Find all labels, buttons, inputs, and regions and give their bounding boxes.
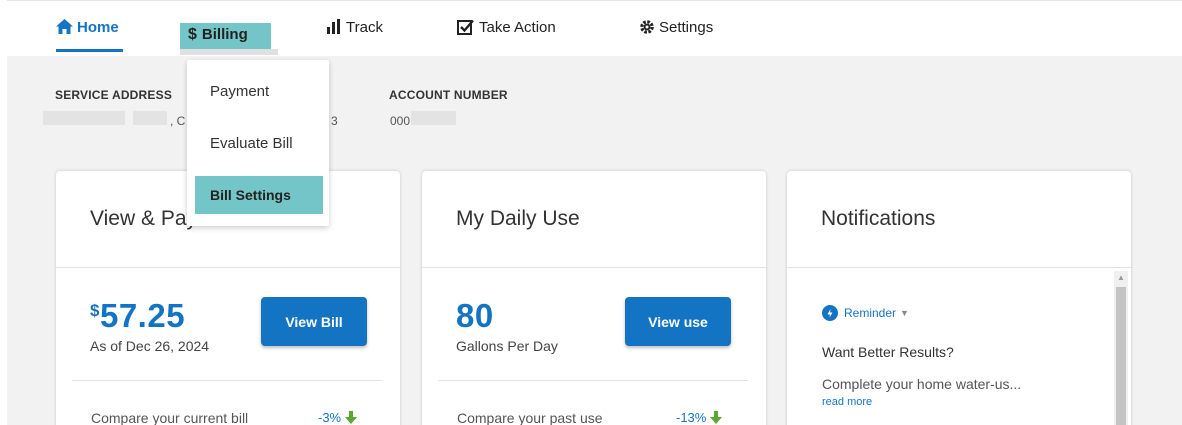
reminder-label: Reminder xyxy=(844,306,897,320)
bill-change-value: -3% xyxy=(318,410,342,425)
notifications-scrollbar[interactable]: ▲ xyxy=(1114,271,1128,425)
top-nav: Home $ Billing Track Take Action Setting… xyxy=(7,0,1182,56)
view-bill-button[interactable]: View Bill xyxy=(261,297,367,346)
billing-dropdown-menu: Payment Evaluate Bill Bill Settings xyxy=(187,60,329,226)
card-divider xyxy=(422,267,766,268)
use-change: -13% xyxy=(676,410,723,425)
bill-change: -3% xyxy=(318,410,358,425)
bar-chart-icon xyxy=(326,19,342,38)
reminder-icon xyxy=(822,305,838,321)
nav-track[interactable]: Track xyxy=(326,19,383,51)
reminder-tag[interactable]: Reminder ▼ xyxy=(822,305,909,321)
nav-settings-label: Settings xyxy=(659,19,714,36)
use-change-value: -13% xyxy=(676,410,707,425)
hover-indicator xyxy=(180,49,278,55)
section-divider xyxy=(438,380,748,381)
notification-body: Complete your home water-us... xyxy=(822,376,1022,392)
bill-as-of-date: As of Dec 26, 2024 xyxy=(90,338,210,354)
account-number-value: 000 xyxy=(390,114,411,128)
account-number-label: ACCOUNT NUMBER xyxy=(389,88,508,102)
card-divider xyxy=(787,267,1131,268)
menu-item-payment[interactable]: Payment xyxy=(195,72,323,110)
bill-amount: $57.25 xyxy=(90,297,185,335)
redacted-account-number xyxy=(411,111,456,125)
nav-take-action-label: Take Action xyxy=(479,19,556,36)
daily-use-card: My Daily Use 80 Gallons Per Day View use… xyxy=(422,171,766,425)
read-more-link[interactable]: read more xyxy=(822,396,872,408)
dollar-icon: $ xyxy=(188,26,197,43)
active-tab-indicator xyxy=(56,49,123,52)
notifications-card-title: Notifications xyxy=(821,207,936,230)
notifications-card: Notifications Reminder ▼ Want Better Res… xyxy=(787,171,1131,425)
service-address-value: , C xyxy=(170,114,186,128)
card-divider xyxy=(56,267,400,268)
section-divider xyxy=(72,380,382,381)
menu-item-bill-settings[interactable]: Bill Settings xyxy=(195,176,323,214)
scrollbar-thumb[interactable] xyxy=(1116,287,1126,425)
nav-home[interactable]: Home xyxy=(56,19,123,52)
home-icon xyxy=(56,19,73,38)
nav-billing-label: Billing xyxy=(201,26,248,43)
scroll-up-icon[interactable]: ▲ xyxy=(1117,273,1125,282)
daily-use-unit: Gallons Per Day xyxy=(456,338,558,354)
nav-home-label: Home xyxy=(77,19,119,36)
notification-heading: Want Better Results? xyxy=(822,344,954,360)
bill-amount-value: 57.25 xyxy=(99,297,186,334)
nav-track-label: Track xyxy=(346,19,383,36)
checkbox-icon xyxy=(457,19,475,39)
compare-bill-text: Compare your current bill xyxy=(91,410,249,425)
view-use-button[interactable]: View use xyxy=(625,297,731,346)
daily-use-card-title: My Daily Use xyxy=(456,207,580,230)
nav-settings[interactable]: Settings xyxy=(639,19,713,51)
menu-item-evaluate-bill[interactable]: Evaluate Bill xyxy=(195,124,323,162)
currency-symbol: $ xyxy=(90,301,100,320)
nav-take-action[interactable]: Take Action xyxy=(457,19,556,51)
nav-billing[interactable]: $ Billing xyxy=(180,23,278,55)
arrow-down-icon xyxy=(345,411,358,425)
gear-icon xyxy=(639,19,655,39)
service-address-label: SERVICE ADDRESS xyxy=(55,88,173,102)
redacted-service-address xyxy=(133,111,167,125)
compare-use-text: Compare your past use xyxy=(457,410,603,425)
chevron-down-icon: ▼ xyxy=(900,308,909,318)
service-address-value-end: 3 xyxy=(331,114,338,128)
daily-use-amount: 80 xyxy=(456,297,494,334)
redacted-service-address xyxy=(43,111,125,125)
arrow-down-icon xyxy=(710,411,723,425)
